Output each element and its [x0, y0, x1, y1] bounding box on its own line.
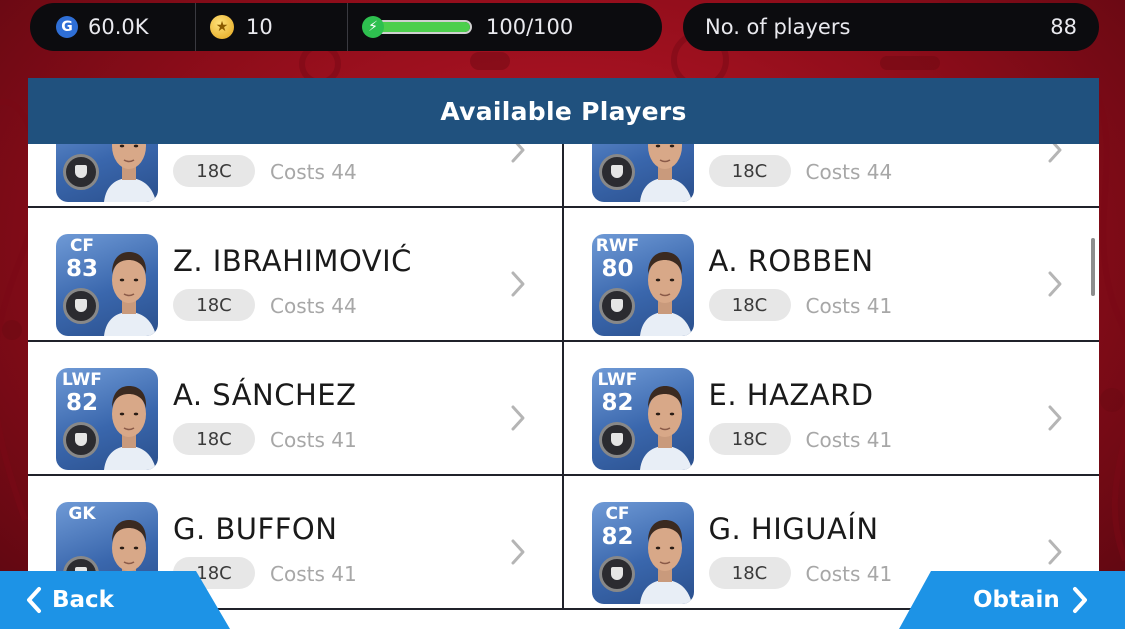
player-rating: 80 [601, 256, 634, 282]
energy-bar-fill [378, 22, 470, 32]
player-entry[interactable]: CF 83 Z. IBRAHIMOVIĆ 18C Costs 44 [28, 208, 564, 340]
player-position: LWF [62, 370, 102, 390]
chevron-right-icon [511, 271, 524, 297]
condition-badge: 18C [708, 557, 791, 589]
player-row: LWF 82 A. SÁNCHEZ 18C Costs 41 LWF 82 E. HAZARD… [28, 342, 1099, 476]
player-cost: Costs 41 [270, 428, 357, 452]
player-cost: Costs 41 [270, 562, 357, 586]
player-name: G. HIGUAÍN [708, 512, 879, 546]
coin-display: ★ 10 [195, 3, 347, 51]
chevron-right-icon [511, 539, 524, 565]
chevron-right-icon [1048, 539, 1062, 565]
chevron-right-icon [1048, 405, 1062, 431]
player-entry[interactable]: CF83R. LEWANDOWSKI18CCosts 44 [564, 144, 1100, 206]
star-coin-icon: ★ [210, 15, 234, 39]
player-face-icon [639, 386, 692, 470]
club-badge-icon [598, 288, 635, 324]
obtain-label: Obtain [973, 587, 1060, 613]
player-entry[interactable]: LWF 82 E. HAZARD 18C Costs 41 [564, 342, 1100, 474]
players-count: 88 [1050, 15, 1077, 39]
player-count-display: No. of players 88 [683, 3, 1099, 51]
energy-display: ⚡ 100/100 [347, 3, 662, 51]
club-badge-icon [598, 154, 635, 190]
club-badge-icon [598, 556, 635, 592]
player-entry[interactable]: LWF 82 A. SÁNCHEZ 18C Costs 41 [28, 342, 564, 474]
panel-header: Available Players [28, 78, 1099, 144]
chevron-right-icon [511, 405, 524, 431]
chevron-right-icon [1072, 587, 1087, 613]
panel-title: Available Players [440, 96, 687, 126]
player-rating: 82 [601, 390, 634, 416]
scrollbar[interactable] [1091, 238, 1095, 296]
player-face-icon [639, 144, 692, 202]
player-rating: 83 [65, 256, 98, 282]
player-card: CF 82 [591, 502, 694, 604]
back-button[interactable]: Back [0, 571, 230, 629]
condition-badge: 18C [173, 423, 255, 455]
available-players-panel: Available Players RWF84G. BALE18CCosts 4… [28, 78, 1099, 629]
player-entry[interactable]: RWF 80 A. ROBBEN 18C Costs 41 [564, 208, 1100, 340]
player-name: A. SÁNCHEZ [173, 378, 357, 412]
player-cost: Costs 41 [805, 428, 893, 452]
chevron-left-icon [27, 587, 41, 613]
gp-display: G 60.0K [30, 3, 195, 51]
player-rating: 83 [596, 144, 640, 148]
player-card: CF83 [56, 234, 158, 336]
club-badge-icon [63, 422, 99, 458]
player-entry[interactable]: RWF84G. BALE18CCosts 44 [28, 144, 564, 206]
obtain-button[interactable]: Obtain [899, 571, 1125, 629]
condition-badge: 18C [708, 289, 791, 321]
club-badge-icon [63, 288, 99, 324]
condition-badge: 18C [708, 423, 791, 455]
back-label: Back [52, 587, 114, 613]
player-position: RWF [595, 236, 640, 256]
energy-bar [376, 20, 472, 34]
coin-value: 10 [246, 15, 273, 39]
player-card: LWF 82 [56, 368, 158, 470]
player-face-icon [104, 386, 156, 470]
player-row: RWF84G. BALE18CCosts 44CF83R. LEWANDOWSK… [28, 144, 1099, 208]
player-face-icon [104, 144, 156, 202]
player-list[interactable]: RWF84G. BALE18CCosts 44CF83R. LEWANDOWSK… [28, 144, 1099, 629]
player-face-icon [639, 520, 692, 604]
energy-value: 100/100 [486, 15, 574, 39]
chevron-right-icon [511, 144, 524, 163]
player-card: RWF84 [56, 144, 158, 202]
player-cost: Costs 44 [270, 160, 357, 184]
club-badge-icon [598, 422, 635, 458]
player-position: LWF [597, 370, 638, 390]
player-position: CF [605, 504, 630, 524]
player-position: GK [68, 504, 96, 524]
player-list-content: RWF84G. BALE18CCosts 44CF83R. LEWANDOWSK… [28, 144, 1099, 610]
player-cost: Costs 41 [805, 562, 893, 586]
player-face-icon [639, 252, 692, 336]
player-cost: Costs 41 [805, 294, 893, 318]
condition-badge: 18C [173, 289, 255, 321]
player-name: A. ROBBEN [708, 244, 874, 278]
player-rating: 82 [65, 390, 98, 416]
player-position: CF [69, 236, 95, 256]
player-cost: Costs 44 [270, 294, 357, 318]
player-rating: 82 [601, 524, 634, 550]
player-name: Z. IBRAHIMOVIĆ [173, 244, 412, 278]
player-card: LWF 82 [591, 368, 694, 470]
player-name: G. BUFFON [173, 512, 338, 546]
condition-badge: 18C [708, 155, 791, 187]
player-rating: 84 [60, 144, 104, 148]
player-card: RWF 80 [591, 234, 694, 336]
gp-value: 60.0K [88, 15, 149, 39]
currency-bar: G 60.0K ★ 10 ⚡ 100/100 [30, 3, 662, 51]
condition-badge: 18C [173, 155, 255, 187]
club-badge-icon [63, 154, 99, 190]
player-row: CF 83 Z. IBRAHIMOVIĆ 18C Costs 44 RWF 80 A. ROB… [28, 208, 1099, 342]
gp-icon: G [56, 16, 78, 38]
player-face-icon [104, 252, 156, 336]
player-cost: Costs 44 [805, 160, 893, 184]
players-label: No. of players [705, 15, 851, 39]
lightning-bolt-icon: ⚡ [362, 16, 384, 38]
chevron-right-icon [1048, 271, 1062, 297]
player-card: CF83 [591, 144, 694, 202]
chevron-right-icon [1048, 144, 1062, 163]
player-name: E. HAZARD [708, 378, 874, 412]
